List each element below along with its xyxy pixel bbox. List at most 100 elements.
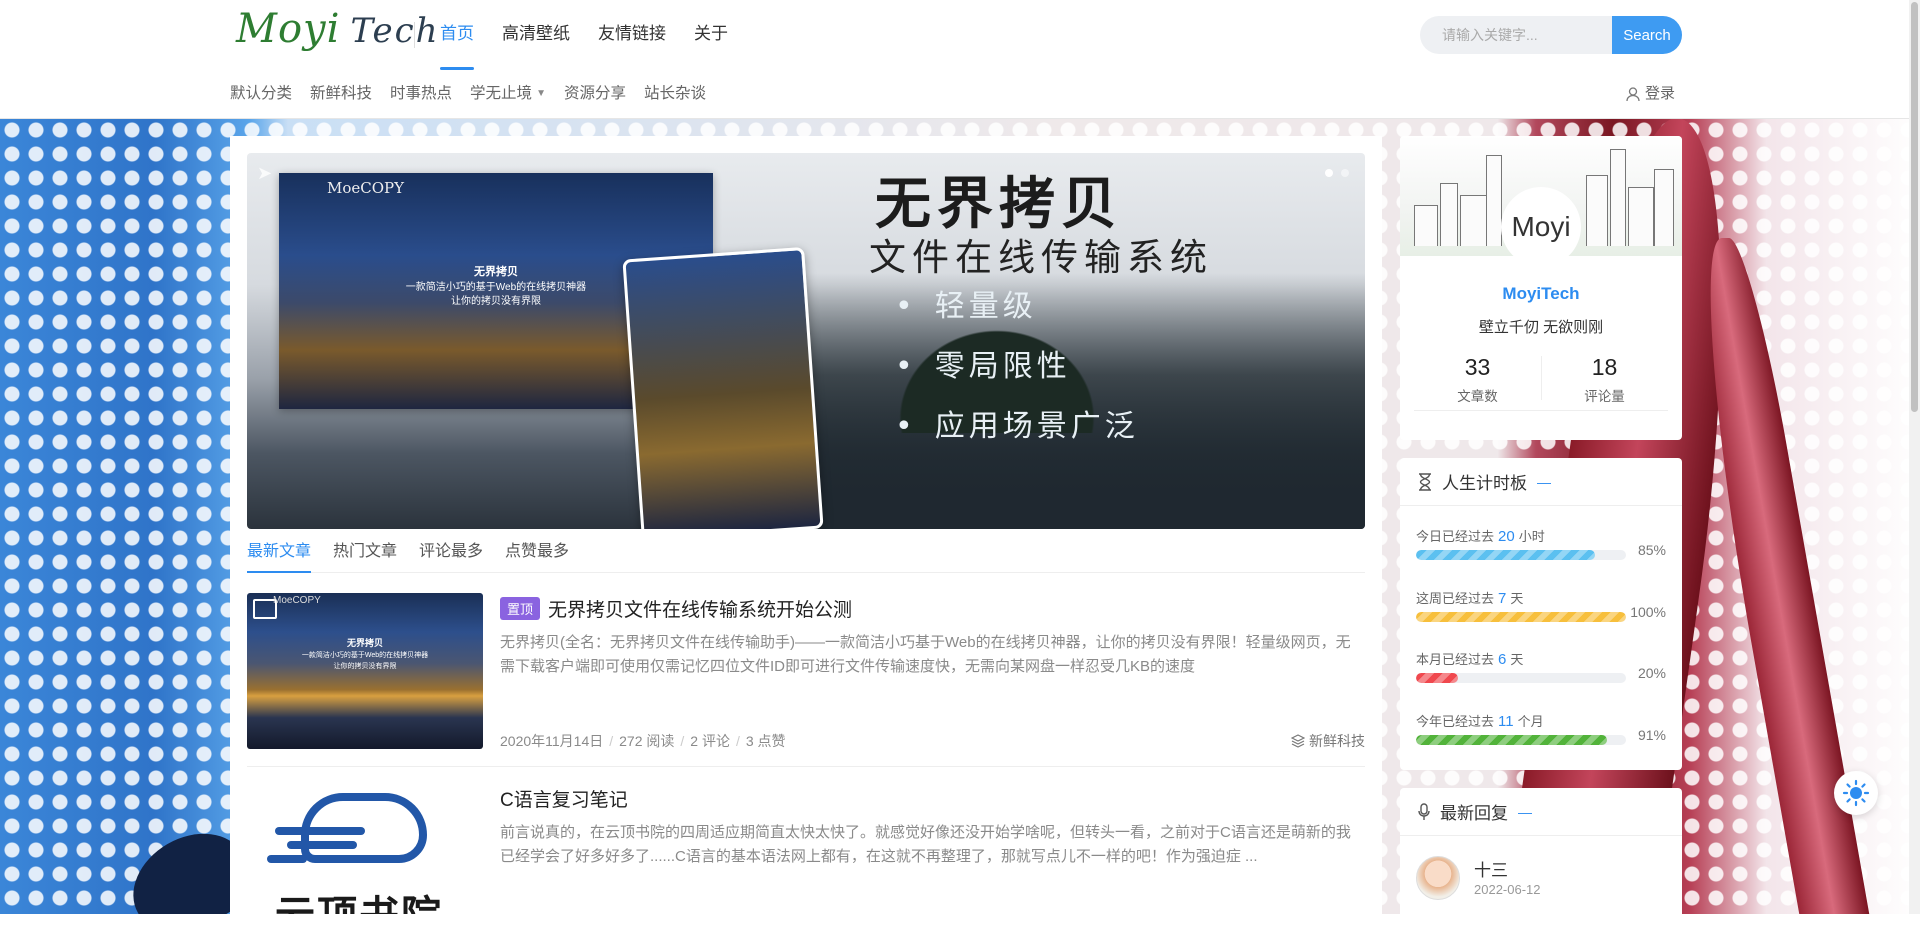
layers-icon xyxy=(1291,734,1305,748)
card-header: 人生计时板 — xyxy=(1400,458,1682,506)
nav-item-home[interactable]: 首页 xyxy=(426,0,488,70)
main-nav: 首页 高清壁纸 友情链接 关于 xyxy=(426,0,742,70)
page-scrollbar[interactable] xyxy=(1909,0,1920,914)
cover-building xyxy=(1628,187,1654,246)
cover-building xyxy=(1414,205,1438,246)
post-title-text: 无界拷贝文件在线传输系统开始公测 xyxy=(548,600,853,621)
logo-line xyxy=(267,855,307,863)
theme-toggle-button[interactable] xyxy=(1834,771,1878,815)
timer-row-day: 今日已经过去 20 小时 85% xyxy=(1416,526,1666,560)
category-tech[interactable]: 新鲜科技 xyxy=(310,70,372,118)
timer-progress-bar xyxy=(1416,673,1626,683)
post-divider xyxy=(247,766,1365,767)
main-content: MoeCOPY 无界拷贝 一款简洁小巧的基于Web的在线拷贝神器 让你的拷贝没有… xyxy=(230,136,1382,914)
profile-motto: 壁立千仞 无欲则刚 xyxy=(1478,319,1604,336)
post-comments: 2 评论 xyxy=(690,733,730,749)
category-label: 学无止境 xyxy=(470,85,533,102)
category-label: 时事热点 xyxy=(390,85,453,102)
thumbnail-text: 云顶书院 xyxy=(275,883,443,914)
timer-row-week: 这周已经过去 7 天 100% xyxy=(1416,588,1666,622)
post-excerpt: 前言说真的，在云顶书院的四周适应期简直太快太快了。就感觉好像还没开始学啥呢，但转… xyxy=(500,824,1351,865)
timer-percent: 20% xyxy=(1637,665,1666,681)
thumbnail-text: 无界拷贝 xyxy=(346,638,383,648)
microphone-icon xyxy=(1418,802,1430,821)
category-blog-talk[interactable]: 站长杂谈 xyxy=(644,70,706,118)
thumbnail-brand: MoeCOPY xyxy=(273,595,321,606)
post-title-text: C语言复习笔记 xyxy=(500,790,628,811)
card-header: 最新回复 — xyxy=(1400,788,1682,836)
stat-label: 文章数 xyxy=(1457,389,1498,404)
send-icon: ➤ xyxy=(257,163,273,183)
category-default[interactable]: 默认分类 xyxy=(230,70,292,118)
tab-most-comments[interactable]: 评论最多 xyxy=(419,532,483,572)
timer-progress-bar xyxy=(1416,735,1626,745)
post-title[interactable]: 置顶 无界拷贝文件在线传输系统开始公测 xyxy=(500,595,852,622)
scrollbar-thumb[interactable] xyxy=(1911,2,1918,412)
nav-item-wallpapers[interactable]: 高清壁纸 xyxy=(488,0,584,70)
cover-building xyxy=(1586,175,1608,246)
profile-name[interactable]: MoyiTech xyxy=(1400,284,1682,304)
reply-author[interactable]: 十三 xyxy=(1474,856,1508,881)
timer-progress-fill xyxy=(1416,673,1458,683)
tab-most-likes[interactable]: 点赞最多 xyxy=(505,532,569,572)
featured-banner[interactable]: MoeCOPY 无界拷贝 一款简洁小巧的基于Web的在线拷贝神器 让你的拷贝没有… xyxy=(247,153,1365,529)
stat-label: 评论量 xyxy=(1584,389,1625,404)
hourglass-icon xyxy=(1418,472,1432,491)
thumbnail-text: 让你的拷贝没有界限 xyxy=(333,663,397,670)
logo-line xyxy=(275,827,365,835)
post-title[interactable]: C语言复习笔记 xyxy=(500,785,628,812)
tab-popular[interactable]: 热门文章 xyxy=(333,532,397,572)
avatar[interactable]: Moyi xyxy=(1504,190,1578,264)
card-title: 人生计时板 xyxy=(1442,474,1527,493)
user-icon xyxy=(1626,86,1640,102)
cover-building xyxy=(1460,195,1488,246)
timer-progress-bar xyxy=(1416,612,1626,622)
chevron-down-icon: ▼ xyxy=(536,88,546,99)
timer-row-year: 今年已经过去 11 个月 91% xyxy=(1416,711,1666,745)
search-button[interactable]: Search xyxy=(1612,16,1682,54)
tab-latest[interactable]: 最新文章 xyxy=(247,532,312,573)
profile-stats: 33 文章数 18 评论量 xyxy=(1414,348,1668,411)
logo-text-moyi: Moyi xyxy=(236,6,341,52)
card-title-dash: — xyxy=(1537,473,1551,490)
timer-progress-fill xyxy=(1416,612,1626,622)
banner-subheadline: 文件在线传输系统 xyxy=(869,236,1213,279)
post-category-link[interactable]: 新鲜科技 xyxy=(1291,731,1365,751)
header-divider xyxy=(414,22,415,48)
post-tabs: 最新文章 热门文章 评论最多 点赞最多 xyxy=(247,532,1365,573)
timer-percent: 85% xyxy=(1637,542,1666,558)
timer-percent: 100% xyxy=(1630,604,1666,620)
sun-icon xyxy=(1842,779,1870,807)
post-category: 新鲜科技 xyxy=(1309,733,1365,749)
banner-dot[interactable] xyxy=(1325,169,1333,177)
site-header: Moyi Tech 首页 高清壁纸 友情链接 关于 Search xyxy=(0,0,1920,71)
post-item: MoeCOPY 无界拷贝 一款简洁小巧的基于Web的在线拷贝神器 让你的拷贝没有… xyxy=(247,593,1365,749)
banner-dot[interactable] xyxy=(1341,169,1349,177)
category-learning-dropdown[interactable]: 学无止境 ▼ xyxy=(470,70,546,118)
category-label: 资源分享 xyxy=(563,85,626,102)
post-thumbnail[interactable]: MoeCOPY 无界拷贝 一款简洁小巧的基于Web的在线拷贝神器 让你的拷贝没有… xyxy=(247,593,483,749)
category-news[interactable]: 时事热点 xyxy=(390,70,452,118)
life-timer-card: 人生计时板 — 今日已经过去 20 小时 85% 这周已经过去 7 天 100% 本月已… xyxy=(1400,458,1682,770)
nav-item-friend-links[interactable]: 友情链接 xyxy=(584,0,680,70)
banner-bullet: 轻量级 xyxy=(895,281,1037,325)
category-resources[interactable]: 资源分享 xyxy=(564,70,626,118)
post-views: 272 阅读 xyxy=(619,733,675,749)
card-title: 最新回复 xyxy=(1440,804,1508,823)
nav-item-about[interactable]: 关于 xyxy=(680,0,742,70)
login-link[interactable]: 登录 xyxy=(1626,70,1675,118)
banner-mobile-screenshot xyxy=(622,246,824,529)
timer-percent: 91% xyxy=(1637,727,1666,743)
stat-value: 18 xyxy=(1591,354,1618,380)
login-label: 登录 xyxy=(1645,85,1676,102)
stat-comments: 18 评论量 xyxy=(1541,348,1668,410)
post-thumbnail[interactable]: 云顶书院 xyxy=(247,783,483,914)
avatar[interactable] xyxy=(1416,856,1460,900)
banner-bullet: 应用场景广泛 xyxy=(895,401,1139,445)
search-input[interactable] xyxy=(1420,16,1614,54)
timer-progress-bar xyxy=(1416,550,1626,560)
site-logo[interactable]: Moyi Tech xyxy=(236,6,440,58)
logo-line xyxy=(287,841,357,849)
category-nav: 默认分类 新鲜科技 时事热点 学无止境 ▼ 资源分享 站长杂谈 登录 xyxy=(0,70,1920,119)
timer-progress-fill xyxy=(1416,735,1608,745)
